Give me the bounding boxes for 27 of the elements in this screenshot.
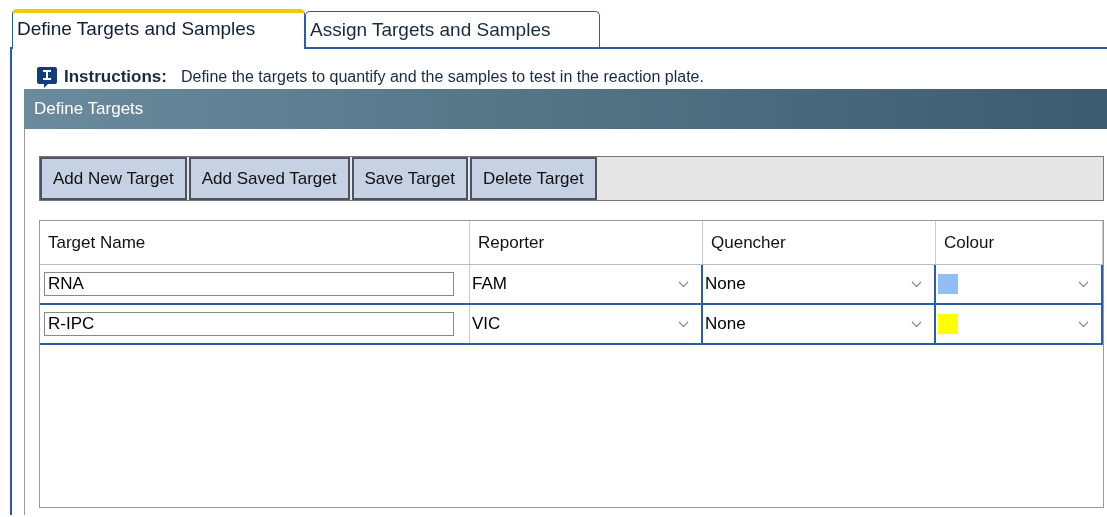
colour-dropdown[interactable] [936, 265, 1103, 303]
dropdown-chevron-icon[interactable] [678, 320, 689, 328]
column-header[interactable]: Quencher [703, 221, 936, 264]
toolbar-button[interactable]: Add New Target [40, 157, 187, 200]
toolbar-button[interactable]: Add Saved Target [188, 157, 350, 200]
instructions-label: Instructions: [64, 67, 167, 87]
column-header[interactable]: Reporter [470, 221, 703, 264]
toolbar-button[interactable]: Delete Target [469, 157, 597, 200]
panel-header: Define Targets [24, 89, 1107, 129]
dropdown-chevron-icon[interactable] [911, 320, 922, 328]
reporter-dropdown[interactable]: VIC [470, 305, 703, 343]
info-icon [36, 65, 58, 89]
quencher-dropdown[interactable]: None [703, 265, 936, 303]
dropdown-chevron-icon[interactable] [1078, 280, 1089, 288]
column-header[interactable]: Target Name [40, 221, 470, 264]
tab[interactable]: Define Targets and Samples [12, 9, 305, 49]
target-name-field[interactable]: R-IPC [44, 312, 454, 336]
column-header[interactable]: Colour [936, 221, 1103, 264]
target-name-field[interactable]: RNA [44, 272, 454, 296]
quencher-dropdown[interactable]: None [703, 305, 936, 343]
instructions-text: Define the targets to quantify and the samples to test in the reaction plate. [180, 68, 704, 86]
reporter-dropdown[interactable]: FAM [470, 265, 703, 303]
dropdown-chevron-icon[interactable] [678, 280, 689, 288]
toolbar-button[interactable]: Save Target [351, 157, 468, 200]
tab[interactable]: Assign Targets and Samples [305, 11, 600, 47]
dropdown-chevron-icon[interactable] [1078, 320, 1089, 328]
dropdown-chevron-icon[interactable] [911, 280, 922, 288]
